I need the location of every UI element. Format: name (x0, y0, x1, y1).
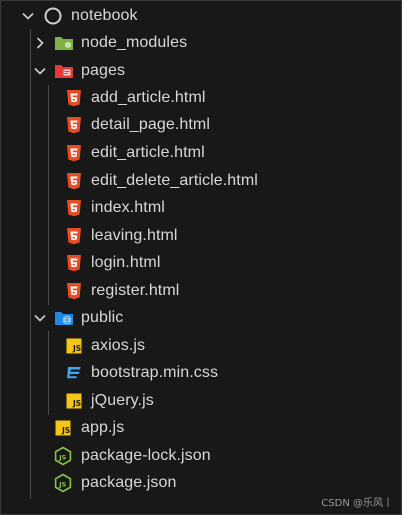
svg-text:JS: JS (58, 454, 66, 462)
tree-item-label: pages (81, 62, 126, 79)
html5-icon (64, 115, 84, 135)
html5-icon (64, 88, 84, 108)
html5-icon (64, 143, 84, 163)
chevron-down-icon[interactable] (33, 64, 47, 78)
nodejs-icon: JS (53, 446, 73, 466)
file-label: detail_page.html (91, 116, 211, 133)
tree-item-notebook[interactable]: notebook (1, 2, 401, 29)
file-label: package-lock.json (81, 447, 211, 464)
file-item-detail-page[interactable]: detail_page.html (1, 111, 401, 138)
html5-icon (64, 281, 84, 301)
tree-item-label: node_modules (81, 34, 188, 51)
html5-icon (64, 171, 84, 191)
svg-text:JS: JS (72, 399, 81, 408)
circle-outline-icon (43, 6, 63, 26)
file-item-register[interactable]: register.html (1, 277, 401, 304)
file-item-jquery[interactable]: JS jQuery.js (1, 387, 401, 414)
css3-icon (64, 363, 84, 383)
html5-icon (64, 226, 84, 246)
file-label: jQuery.js (91, 392, 154, 409)
file-label: login.html (91, 254, 161, 271)
file-label: add_article.html (91, 89, 206, 106)
file-item-edit-article[interactable]: edit_article.html (1, 139, 401, 166)
tree-item-pages[interactable]: pages (1, 57, 401, 84)
js-icon: JS (64, 336, 84, 356)
file-item-package[interactable]: JS package.json (1, 469, 401, 496)
folder-pages-icon (54, 61, 74, 81)
file-label: package.json (81, 474, 177, 491)
file-label: edit_delete_article.html (91, 172, 258, 189)
file-item-axios[interactable]: JS axios.js (1, 332, 401, 359)
chevron-down-icon[interactable] (33, 311, 47, 325)
js-icon: JS (53, 418, 73, 438)
chevron-down-icon[interactable] (21, 9, 35, 23)
file-item-edit-delete-article[interactable]: edit_delete_article.html (1, 167, 401, 194)
file-label: leaving.html (91, 227, 178, 244)
file-item-package-lock[interactable]: JS package-lock.json (1, 442, 401, 469)
chevron-right-icon[interactable] (33, 36, 47, 50)
file-label: index.html (91, 199, 165, 216)
tree-item-node-modules[interactable]: node_modules (1, 29, 401, 56)
file-label: axios.js (91, 337, 146, 354)
tree-item-label: public (81, 309, 124, 326)
file-item-index[interactable]: index.html (1, 194, 401, 221)
file-label: bootstrap.min.css (91, 364, 219, 381)
file-item-login[interactable]: login.html (1, 249, 401, 276)
html5-icon (64, 198, 84, 218)
svg-text:JS: JS (61, 426, 70, 435)
watermark: CSDN @乐风丨 (321, 498, 393, 509)
svg-text:JS: JS (72, 344, 81, 353)
tree-item-label: notebook (71, 7, 138, 24)
file-item-app[interactable]: JS app.js (1, 414, 401, 441)
file-explorer-panel: notebook node_modules pages add_article.… (0, 0, 402, 515)
html5-icon (64, 253, 84, 273)
folder-public-icon (54, 308, 74, 328)
file-label: app.js (81, 419, 125, 436)
svg-text:JS: JS (58, 481, 66, 489)
file-item-add-article[interactable]: add_article.html (1, 84, 401, 111)
folder-node-icon (54, 33, 74, 53)
nodejs-icon: JS (53, 473, 73, 493)
file-item-bootstrap[interactable]: bootstrap.min.css (1, 359, 401, 386)
file-label: register.html (91, 282, 180, 299)
file-label: edit_article.html (91, 144, 205, 161)
tree-item-public[interactable]: public (1, 304, 401, 331)
file-item-leaving[interactable]: leaving.html (1, 222, 401, 249)
js-icon: JS (64, 391, 84, 411)
